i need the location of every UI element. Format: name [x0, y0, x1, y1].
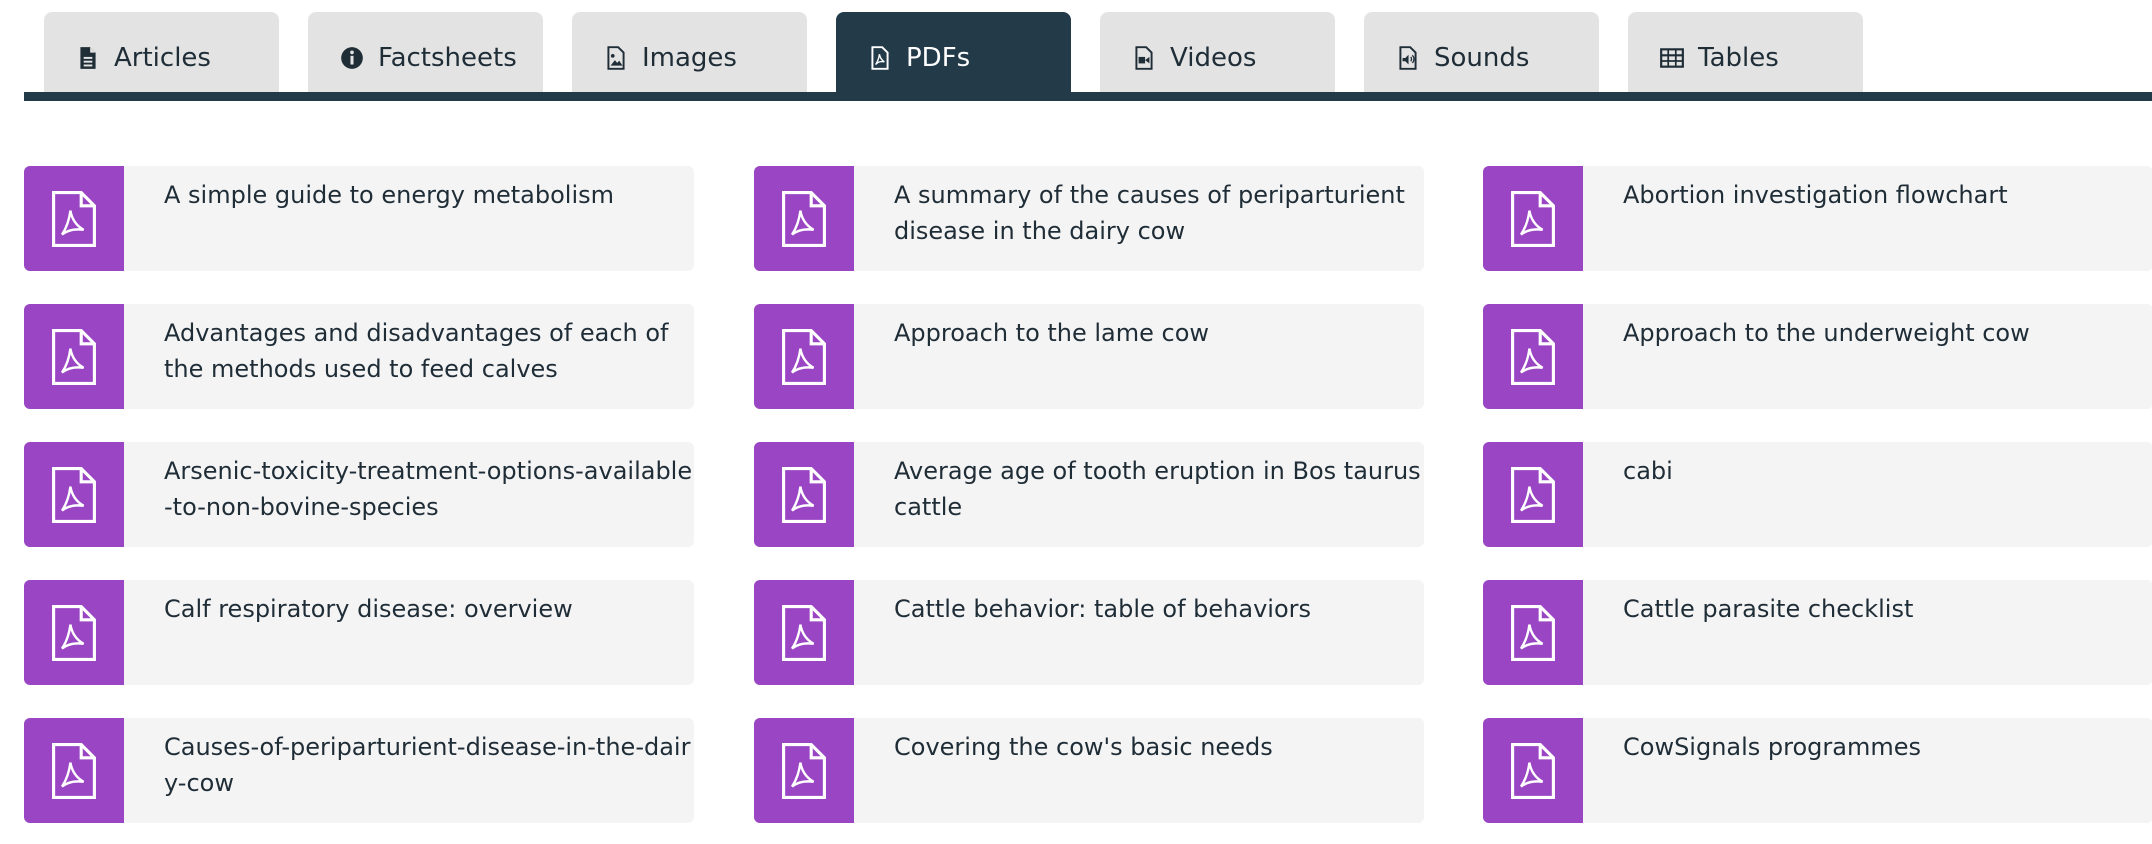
- pdf-title: Advantages and disadvantages of each of …: [164, 319, 669, 383]
- pdf-title: Calf respiratory disease: overview: [164, 595, 573, 623]
- pdf-card[interactable]: Average age of tooth eruption in Bos tau…: [754, 442, 1424, 547]
- pdf-card[interactable]: Arsenic-toxicity-treatment-options-avail…: [24, 442, 694, 547]
- pdf-card[interactable]: Advantages and disadvantages of each of …: [24, 304, 694, 409]
- pdf-card[interactable]: cabi: [1483, 442, 2152, 547]
- video-file-icon: [1130, 44, 1158, 72]
- tab-pdfs[interactable]: PDFs: [836, 12, 1071, 92]
- pdf-title: A simple guide to energy metabolism: [164, 181, 615, 209]
- pdf-card[interactable]: A simple guide to energy metabolism: [24, 166, 694, 271]
- pdf-icon: [24, 166, 124, 271]
- pdf-icon: [24, 718, 124, 823]
- pdf-title: Arsenic-toxicity-treatment-options-avail…: [164, 457, 693, 521]
- pdf-list: A simple guide to energy metabolism A su…: [24, 166, 2152, 844]
- pdf-icon: [754, 304, 854, 409]
- tab-label: Videos: [1170, 43, 1257, 73]
- pdf-card[interactable]: A summary of the causes of periparturien…: [754, 166, 1424, 271]
- pdf-card[interactable]: Approach to the underweight cow: [1483, 304, 2152, 409]
- tab-label: Images: [642, 43, 737, 73]
- pdf-card[interactable]: CowSignals programmes: [1483, 718, 2152, 823]
- tab-articles[interactable]: Articles: [44, 12, 279, 92]
- pdf-icon: [24, 580, 124, 685]
- tab-divider: [24, 92, 2152, 101]
- pdf-title: Approach to the underweight cow: [1623, 319, 2030, 347]
- tab-label: Factsheets: [378, 43, 517, 73]
- pdf-card[interactable]: Abortion investigation flowchart: [1483, 166, 2152, 271]
- pdf-icon: [754, 442, 854, 547]
- image-file-icon: [602, 44, 630, 72]
- pdf-icon: [754, 166, 854, 271]
- pdf-icon: [1483, 580, 1583, 685]
- pdf-icon: [24, 304, 124, 409]
- pdf-title: A summary of the causes of periparturien…: [894, 181, 1405, 245]
- audio-file-icon: [1394, 44, 1422, 72]
- pdf-title: cabi: [1623, 457, 1673, 485]
- content-type-tabs: Articles Factsheets Images PDFs Videos S…: [24, 0, 2152, 100]
- pdf-title: Causes-of-periparturient-disease-in-the-…: [164, 733, 691, 797]
- pdf-icon: [1483, 718, 1583, 823]
- pdf-card[interactable]: Cattle behavior: table of behaviors: [754, 580, 1424, 685]
- tab-label: Tables: [1698, 43, 1779, 73]
- tab-tables[interactable]: Tables: [1628, 12, 1863, 92]
- pdf-card[interactable]: Causes-of-periparturient-disease-in-the-…: [24, 718, 694, 823]
- pdf-title: Average age of tooth eruption in Bos tau…: [894, 457, 1421, 521]
- tab-videos[interactable]: Videos: [1100, 12, 1335, 92]
- pdf-title: Covering the cow's basic needs: [894, 733, 1273, 761]
- tab-sounds[interactable]: Sounds: [1364, 12, 1599, 92]
- table-icon: [1658, 44, 1686, 72]
- tab-label: Sounds: [1434, 43, 1530, 73]
- pdf-icon: [1483, 442, 1583, 547]
- document-icon: [74, 44, 102, 72]
- pdf-card[interactable]: Approach to the lame cow: [754, 304, 1424, 409]
- pdf-icon: [754, 580, 854, 685]
- pdf-icon: [24, 442, 124, 547]
- pdf-card[interactable]: Cattle parasite checklist: [1483, 580, 2152, 685]
- pdf-title: Cattle parasite checklist: [1623, 595, 1914, 623]
- pdf-title: CowSignals programmes: [1623, 733, 1922, 761]
- pdf-file-icon: [866, 44, 894, 72]
- tab-images[interactable]: Images: [572, 12, 807, 92]
- tab-factsheets[interactable]: Factsheets: [308, 12, 543, 92]
- tab-label: PDFs: [906, 43, 971, 73]
- pdf-card[interactable]: Covering the cow's basic needs: [754, 718, 1424, 823]
- pdf-title: Approach to the lame cow: [894, 319, 1210, 347]
- pdf-card[interactable]: Calf respiratory disease: overview: [24, 580, 694, 685]
- info-icon: [338, 44, 366, 72]
- pdf-title: Abortion investigation flowchart: [1623, 181, 2008, 209]
- pdf-title: Cattle behavior: table of behaviors: [894, 595, 1311, 623]
- pdf-icon: [1483, 166, 1583, 271]
- tab-label: Articles: [114, 43, 211, 73]
- pdf-icon: [1483, 304, 1583, 409]
- pdf-icon: [754, 718, 854, 823]
